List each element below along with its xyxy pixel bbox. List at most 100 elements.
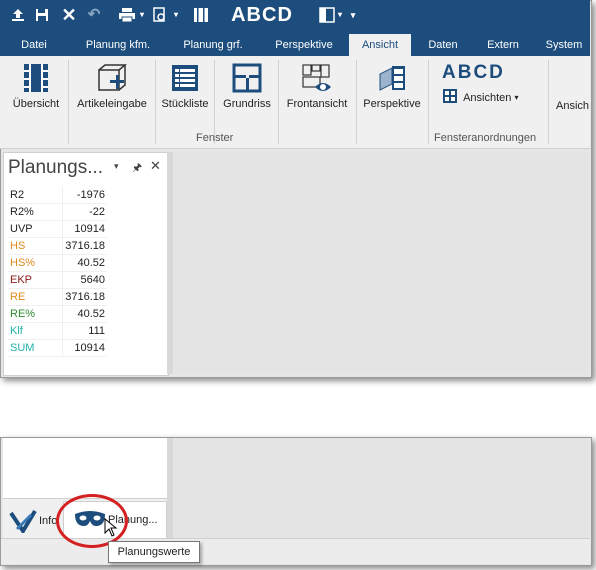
table-row: SUM 10914 bbox=[8, 339, 107, 357]
ribbon: Übersicht Artikeleingabe Stückliste Grun… bbox=[0, 56, 590, 149]
row-value: 3716.18 bbox=[62, 288, 107, 306]
undo-icon[interactable]: ↶ bbox=[84, 4, 104, 26]
front-view-icon bbox=[301, 62, 333, 94]
tab-extern[interactable]: Extern bbox=[478, 34, 528, 56]
values-table: R2 -1976 R2% -22 UVP 10914 HS 3716.18 HS% 40.52 EK… bbox=[8, 187, 107, 357]
ansichten-dropdown[interactable]: Ansichten ▾ bbox=[442, 88, 538, 106]
row-key: EKP bbox=[8, 271, 63, 289]
uebersicht-button[interactable]: Übersicht bbox=[6, 60, 66, 120]
row-key: Klf bbox=[8, 322, 63, 340]
print-dropdown-icon[interactable]: ▾ bbox=[138, 4, 146, 26]
tab-planung-grf[interactable]: Planung grf. bbox=[174, 34, 252, 56]
row-key: UVP bbox=[8, 220, 63, 238]
row-key: R2% bbox=[8, 203, 63, 221]
stueckliste-label: Stückliste bbox=[161, 98, 209, 110]
grundriss-button[interactable]: Grundriss bbox=[218, 60, 276, 120]
row-value: 10914 bbox=[62, 220, 107, 238]
mouse-cursor-icon bbox=[104, 517, 120, 541]
group-label-fenster: Fenster bbox=[196, 132, 234, 144]
parts-list-icon bbox=[169, 62, 201, 94]
ribbon-separator bbox=[356, 60, 357, 144]
row-value: 10914 bbox=[62, 339, 107, 357]
row-key: HS% bbox=[8, 254, 63, 272]
panel-splitter[interactable] bbox=[167, 152, 173, 374]
print-icon[interactable] bbox=[116, 4, 138, 26]
table-row: UVP 10914 bbox=[8, 220, 107, 238]
abcd-quick-button[interactable]: ABCD bbox=[214, 4, 310, 26]
tab-perspektive[interactable]: Perspektive bbox=[268, 34, 340, 56]
ribbon-tabs: Datei Planung kfm. Planung grf. Perspekt… bbox=[0, 30, 590, 56]
ribbon-separator bbox=[548, 60, 549, 144]
table-row: R2 -1976 bbox=[8, 187, 107, 204]
abcd-button[interactable]: ABCD bbox=[442, 62, 536, 86]
chevron-down-icon: ▾ bbox=[514, 93, 519, 102]
stueckliste-button[interactable]: Stückliste bbox=[158, 60, 212, 120]
ribbon-separator bbox=[68, 60, 69, 144]
ribbon-separator bbox=[278, 60, 279, 144]
row-key: RE% bbox=[8, 305, 63, 323]
row-value: 5640 bbox=[62, 271, 107, 289]
print-preview-icon[interactable] bbox=[150, 4, 170, 26]
group-label-fensteranordnungen: Fensteranordnungen bbox=[434, 132, 537, 144]
table-row: HS 3716.18 bbox=[8, 237, 107, 255]
row-key: HS bbox=[8, 237, 63, 255]
workspace-area bbox=[174, 152, 588, 374]
floor-plan-icon bbox=[231, 62, 263, 94]
row-value: 40.52 bbox=[62, 254, 107, 272]
overview-icon[interactable] bbox=[192, 4, 210, 26]
customize-qat-icon[interactable]: ▾ bbox=[348, 4, 358, 26]
tab-daten[interactable]: Daten bbox=[420, 34, 466, 56]
preview-dropdown-icon[interactable]: ▾ bbox=[172, 4, 180, 26]
frontansicht-label: Frontansicht bbox=[286, 98, 348, 110]
bottom-splitter[interactable] bbox=[167, 438, 173, 538]
table-row: EKP 5640 bbox=[8, 271, 107, 289]
tab-ansicht[interactable]: Ansicht bbox=[349, 34, 411, 56]
tab-info-label: Info bbox=[39, 515, 58, 527]
artikeleingabe-button[interactable]: Artikeleingabe bbox=[72, 60, 152, 120]
tooltip: Planungswerte bbox=[108, 541, 200, 563]
row-value: -22 bbox=[62, 203, 107, 221]
panel-menu-icon[interactable]: ▾ bbox=[114, 161, 119, 172]
bottom-workspace bbox=[174, 438, 588, 538]
table-row: HS% 40.52 bbox=[8, 254, 107, 272]
row-key: R2 bbox=[8, 187, 63, 204]
quick-access-toolbar: ✕ ↶ ▾ ▾ ABCD ▾ ▾ bbox=[0, 0, 590, 30]
add-article-icon bbox=[96, 62, 128, 94]
row-value: 40.52 bbox=[62, 305, 107, 323]
perspektive-label: Perspektive bbox=[363, 98, 421, 110]
perspektive-button[interactable]: Perspektive bbox=[360, 60, 424, 120]
uebersicht-label: Übersicht bbox=[12, 98, 60, 110]
ribbon-separator bbox=[428, 60, 429, 144]
pin-icon[interactable]: 🖈 bbox=[132, 159, 142, 178]
row-value: 3716.18 bbox=[62, 237, 107, 255]
info-logo-icon bbox=[9, 509, 37, 536]
layout-dropdown-icon[interactable]: ▾ bbox=[336, 4, 344, 26]
planungswerte-panel: Planungs... ▾ 🖈 ✕ R2 -1976 R2% -22 UVP 10914 H… bbox=[3, 152, 169, 376]
panel-title: Planungs... bbox=[8, 157, 104, 178]
frontansicht-button[interactable]: Frontansicht bbox=[282, 60, 352, 120]
overview-icon bbox=[20, 62, 52, 94]
tab-planung-kfm[interactable]: Planung kfm. bbox=[76, 34, 160, 56]
tab-system[interactable]: System bbox=[538, 34, 590, 56]
close-icon[interactable]: ✕ bbox=[58, 4, 80, 26]
grundriss-label: Grundriss bbox=[223, 98, 271, 110]
row-value: -1976 bbox=[62, 187, 107, 204]
close-icon[interactable]: ✕ bbox=[150, 158, 161, 174]
table-row: Klf 111 bbox=[8, 322, 107, 340]
table-row: RE% 40.52 bbox=[8, 305, 107, 323]
layout-icon[interactable] bbox=[318, 4, 336, 26]
upload-icon[interactable] bbox=[8, 4, 28, 26]
ansichten-label: Ansichten bbox=[463, 91, 512, 104]
save-icon[interactable] bbox=[32, 4, 52, 26]
table-row: R2% -22 bbox=[8, 203, 107, 221]
row-value: 111 bbox=[62, 322, 107, 340]
tab-datei[interactable]: Datei bbox=[14, 34, 54, 56]
perspective-icon bbox=[376, 62, 408, 94]
tab-info[interactable]: Info bbox=[5, 503, 63, 535]
views-icon bbox=[442, 88, 458, 107]
bottom-panel-content bbox=[3, 438, 167, 498]
ansicht-cut-button[interactable]: Ansich bbox=[556, 100, 590, 112]
row-key: RE bbox=[8, 288, 63, 306]
artikeleingabe-label: Artikeleingabe bbox=[77, 98, 147, 110]
row-key: SUM bbox=[8, 339, 63, 357]
